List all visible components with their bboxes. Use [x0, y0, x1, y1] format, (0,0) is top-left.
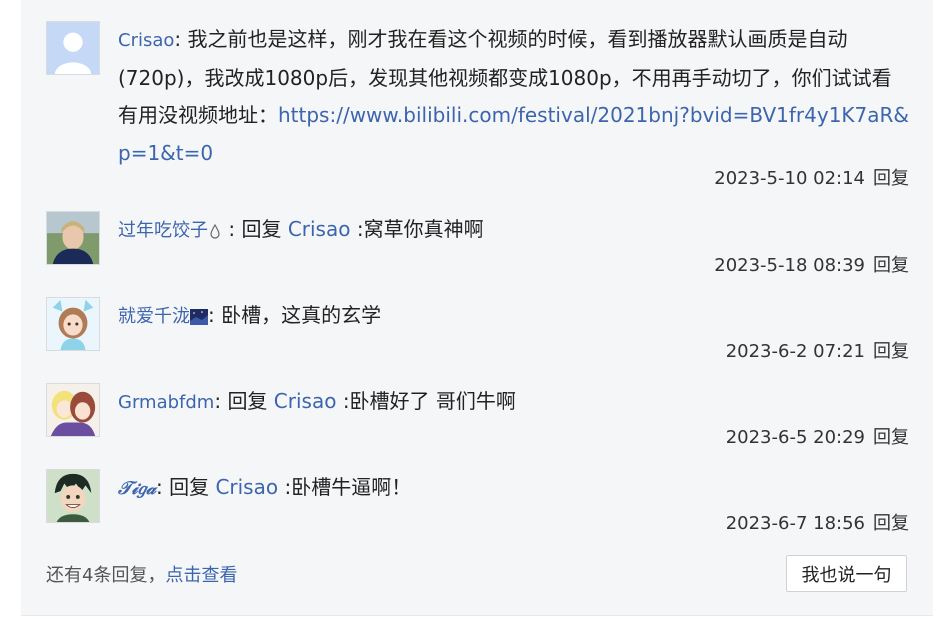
- reply-time: 2023-6-5 20:29: [725, 427, 865, 448]
- say-something-button[interactable]: 我也说一句: [786, 555, 907, 592]
- reply-prefix: 回复: [227, 389, 268, 413]
- anime-girl-avatar[interactable]: [46, 297, 100, 351]
- reply-text: Grmabfdm: 回复 Crisao :卧槽好了 哥们牛啊: [118, 383, 909, 422]
- sub-reply-panel: Crisao: 我之前也是这样，刚才我在看这个视频的时候，看到播放器默认画质是自…: [21, 0, 933, 616]
- reply-meta: 2023-5-18 08:39 回复: [714, 251, 909, 277]
- colon: :: [222, 217, 242, 241]
- more-replies-count: 还有4条回复，: [46, 565, 166, 586]
- reply-meta: 2023-6-7 18:56 回复: [726, 509, 909, 535]
- reply-username[interactable]: 𝒯𝒾𝑔𝒶: [118, 478, 156, 499]
- reply-meta: 2023-6-5 20:29 回复: [726, 423, 909, 449]
- reply-button[interactable]: 回复: [873, 513, 909, 534]
- reply-item: 就爱千泷: 卧槽，这真的玄学 2023-6-2 07:21 回复: [46, 297, 909, 367]
- reply-username[interactable]: Crisao: [118, 30, 174, 51]
- mention-username[interactable]: Crisao: [274, 389, 337, 413]
- reply-text: 过年吃饺子 : 回复 Crisao :窝草你真神啊: [118, 211, 909, 250]
- reply-item: Crisao: 我之前也是这样，刚才我在看这个视频的时候，看到播放器默认画质是自…: [46, 21, 909, 191]
- default-user-icon: [47, 22, 99, 74]
- reply-item: Grmabfdm: 回复 Crisao :卧槽好了 哥们牛啊 2023-6-5 …: [46, 383, 909, 453]
- reply-content: 卧槽，这真的玄学: [221, 303, 382, 327]
- night-sky-icon: [190, 308, 208, 325]
- reply-button[interactable]: 回复: [873, 255, 909, 276]
- colon: :: [214, 389, 228, 413]
- reply-time: 2023-5-18 08:39: [714, 255, 865, 276]
- reply-prefix: 回复: [169, 475, 210, 499]
- reply-content: :卧槽牛逼啊！: [284, 475, 412, 499]
- anime-couple-avatar[interactable]: [46, 383, 100, 437]
- reply-username[interactable]: Grmabfdm: [118, 392, 214, 413]
- person-photo-icon: [47, 212, 99, 264]
- more-replies: 还有4条回复，点击查看: [46, 561, 237, 587]
- anime-boy-avatar[interactable]: [46, 469, 100, 523]
- reply-button[interactable]: 回复: [873, 427, 909, 448]
- mention-username[interactable]: Crisao: [288, 217, 351, 241]
- colon: :: [208, 303, 222, 327]
- person-photo-avatar[interactable]: [46, 211, 100, 265]
- colon: :: [155, 475, 170, 499]
- anime-girl-icon: [47, 298, 99, 350]
- reply-time: 2023-5-10 02:14: [714, 168, 865, 189]
- reply-text: 𝒯𝒾𝑔𝒶: 回复 Crisao :卧槽牛逼啊！: [118, 469, 909, 508]
- reply-text: Crisao: 我之前也是这样，刚才我在看这个视频的时候，看到播放器默认画质是自…: [118, 21, 909, 172]
- reply-time: 2023-6-7 18:56: [725, 513, 865, 534]
- reply-button[interactable]: 回复: [873, 168, 909, 189]
- mention-username[interactable]: Crisao: [215, 475, 278, 499]
- view-more-link[interactable]: 点击查看: [165, 565, 237, 586]
- reply-meta: 2023-5-10 02:14 回复: [714, 164, 909, 190]
- reply-time: 2023-6-2 07:21: [725, 341, 865, 362]
- anime-boy-icon: [47, 470, 99, 522]
- reply-username[interactable]: 过年吃饺子: [118, 220, 208, 241]
- drop-icon: [210, 223, 220, 239]
- reply-item: 过年吃饺子 : 回复 Crisao :窝草你真神啊 2023-5-18 08:3…: [46, 211, 909, 281]
- reply-button[interactable]: 回复: [873, 341, 909, 362]
- reply-content: :窝草你真神啊: [356, 217, 484, 241]
- reply-meta: 2023-6-2 07:21 回复: [726, 337, 909, 363]
- reply-text: 就爱千泷: 卧槽，这真的玄学: [118, 297, 909, 336]
- default-user-avatar[interactable]: [46, 21, 100, 75]
- colon: :: [174, 27, 188, 51]
- reply-item: 𝒯𝒾𝑔𝒶: 回复 Crisao :卧槽牛逼啊！ 2023-6-7 18:56 回复: [46, 469, 909, 539]
- reply-username[interactable]: 就爱千泷: [118, 306, 190, 327]
- reply-content: :卧槽好了 哥们牛啊: [342, 389, 516, 413]
- reply-prefix: 回复: [241, 217, 282, 241]
- anime-couple-icon: [47, 384, 99, 436]
